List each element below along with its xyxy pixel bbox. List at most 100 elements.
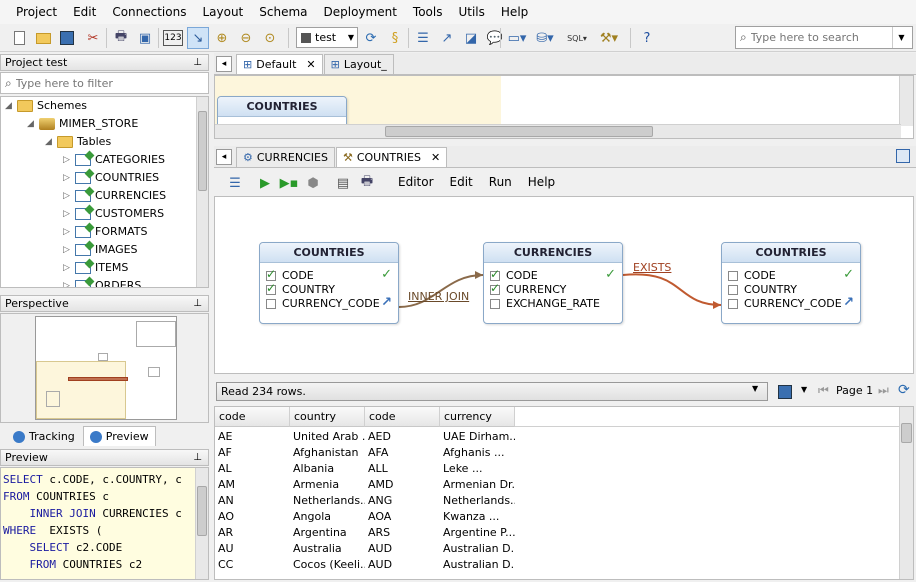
tab-menu-icon[interactable]: ◂	[216, 56, 232, 72]
zoom-out-icon[interactable]: ⊖	[235, 27, 257, 49]
table-cell[interactable]: Afghanis ...	[440, 445, 515, 461]
tree-item-orders[interactable]: ▷ ORDERS	[63, 277, 141, 287]
tab-menu-icon[interactable]: ◂	[216, 149, 232, 165]
scroll-thumb[interactable]	[198, 111, 207, 191]
zoom-in-icon[interactable]: ⊕	[211, 27, 233, 49]
expand-icon[interactable]: ▷	[63, 223, 75, 241]
tree-node-schema[interactable]: ◢ MIMER_STORE	[27, 115, 138, 133]
table-cell[interactable]: Argentina	[290, 525, 365, 541]
menu-edit[interactable]: Edit	[65, 0, 104, 24]
expand-icon[interactable]: ▷	[63, 187, 75, 205]
pin-icon[interactable]: ⊥	[193, 450, 202, 465]
inner-join-label[interactable]: INNER JOIN	[408, 290, 469, 303]
query-menu-help[interactable]: Help	[520, 175, 563, 189]
pin-icon[interactable]: ⊥	[193, 55, 202, 70]
zoom-fit-icon[interactable]: ⊙	[259, 27, 281, 49]
menu-tools[interactable]: Tools	[405, 0, 451, 24]
search-input[interactable]	[750, 31, 871, 44]
scroll-thumb[interactable]	[197, 486, 207, 536]
table-cell[interactable]: AED	[365, 429, 440, 445]
pin-icon[interactable]: ⊥	[193, 296, 202, 311]
column-header[interactable]: code	[365, 407, 440, 427]
menu-utils[interactable]: Utils	[450, 0, 492, 24]
table-cell[interactable]: AE	[215, 429, 290, 445]
menu-deployment[interactable]: Deployment	[316, 0, 405, 24]
table-cell[interactable]: AO	[215, 509, 290, 525]
status-dropdown-icon[interactable]: ▼	[752, 384, 758, 393]
menu-schema[interactable]: Schema	[251, 0, 315, 24]
run-icon[interactable]: ▶	[254, 172, 276, 194]
cut-icon[interactable]: ✂	[82, 27, 104, 49]
stop-icon[interactable]: ⬢	[302, 172, 324, 194]
checkbox[interactable]	[728, 299, 738, 309]
scroll-thumb[interactable]	[385, 126, 653, 137]
expand-icon[interactable]: ▷	[63, 205, 75, 223]
menu-project[interactable]: Project	[8, 0, 65, 24]
table-cell[interactable]: Argentine P...	[440, 525, 515, 541]
table-cell[interactable]: ARS	[365, 525, 440, 541]
table-cell[interactable]: Kwanza ...	[440, 509, 515, 525]
query-menu-editor[interactable]: Editor	[390, 175, 442, 189]
tree-item-categories[interactable]: ▷ CATEGORIES	[63, 151, 165, 169]
table-cell[interactable]: AF	[215, 445, 290, 461]
table-cell[interactable]: Australian D...	[440, 541, 515, 557]
tree-node-schemes[interactable]: ◢ Schemes	[5, 97, 87, 115]
table-cell[interactable]: AMD	[365, 477, 440, 493]
table-cell[interactable]: Armenian Dr...	[440, 477, 515, 493]
expand-icon[interactable]: ▷	[63, 277, 75, 287]
grid-scrollbar[interactable]	[899, 407, 913, 579]
tab-layout[interactable]: ⊞ Layout_	[323, 54, 394, 74]
checkbox[interactable]	[728, 285, 738, 295]
tree-scrollbar[interactable]	[196, 97, 208, 287]
table-cell[interactable]: Netherlands...	[440, 493, 515, 509]
window-icon[interactable]: ◪	[460, 27, 482, 49]
checkbox[interactable]	[490, 299, 500, 309]
print-icon[interactable]: 🖶	[110, 27, 132, 49]
tree-item-customers[interactable]: ▷ CUSTOMERS	[63, 205, 164, 223]
tab-currencies-query[interactable]: ⚙ CURRENCIES	[236, 147, 335, 167]
menu-help[interactable]: Help	[493, 0, 536, 24]
table-cell[interactable]: AR	[215, 525, 290, 541]
table-cell[interactable]: Australian D...	[440, 557, 515, 573]
tab-default[interactable]: ⊞ Default ✕	[236, 54, 323, 74]
entity-currencies[interactable]: CURRENCIES CODE CURRENCY EXCHANGE_RATE ✓	[483, 242, 623, 324]
tab-preview[interactable]: Preview	[82, 426, 156, 446]
sql-preview[interactable]: SELECT c.CODE, c.COUNTRY, c FROM COUNTRI…	[0, 467, 209, 580]
exists-label[interactable]: EXISTS	[633, 261, 671, 274]
save-result-icon[interactable]	[774, 381, 796, 403]
tree-item-images[interactable]: ▷ IMAGES	[63, 241, 138, 259]
column-header[interactable]: country	[290, 407, 365, 427]
table-cell[interactable]: Angola	[290, 509, 365, 525]
entity-countries[interactable]: COUNTRIES CODE COUNTRY CURRENCY_CODE ✓ ↗	[259, 242, 399, 324]
expand-icon[interactable]: ▷	[63, 151, 75, 169]
monitor-icon[interactable]: ▭▾	[506, 27, 528, 49]
table-cell[interactable]: Armenia	[290, 477, 365, 493]
notes-icon[interactable]: ▤	[332, 172, 354, 194]
expand-icon[interactable]: ▷	[63, 241, 75, 259]
table-cell[interactable]: Australia	[290, 541, 365, 557]
layout-hscrollbar[interactable]	[215, 124, 901, 138]
table-cell[interactable]: AL	[215, 461, 290, 477]
table-cell[interactable]: AFA	[365, 445, 440, 461]
help-icon[interactable]: ?	[636, 27, 658, 49]
connection-select[interactable]: test ▼	[296, 27, 358, 48]
column-header[interactable]: code	[215, 407, 290, 427]
database-icon[interactable]: ⛁▾	[534, 27, 556, 49]
table-cell[interactable]: ALL	[365, 461, 440, 477]
collapse-icon[interactable]: ◢	[27, 115, 39, 133]
first-page-icon[interactable]: ⏮	[818, 383, 829, 398]
export-icon[interactable]: ▣	[134, 27, 156, 49]
collapse-icon[interactable]: ◢	[45, 133, 57, 151]
numbers-icon[interactable]: 123	[163, 30, 183, 46]
menu-connections[interactable]: Connections	[104, 0, 194, 24]
checkbox[interactable]	[266, 267, 276, 281]
save-icon[interactable]	[56, 27, 78, 49]
save-dropdown-icon[interactable]: ▼	[801, 385, 807, 394]
pointer-icon[interactable]: ↘	[187, 27, 209, 49]
table-cell[interactable]: AOA	[365, 509, 440, 525]
comment-icon[interactable]: 💬	[484, 27, 506, 49]
table-cell[interactable]: ANG	[365, 493, 440, 509]
tree-item-currencies[interactable]: ▷ CURRENCIES	[63, 187, 166, 205]
refresh-icon[interactable]: ⟳	[898, 382, 910, 398]
table-cell[interactable]: Leke ...	[440, 461, 515, 477]
